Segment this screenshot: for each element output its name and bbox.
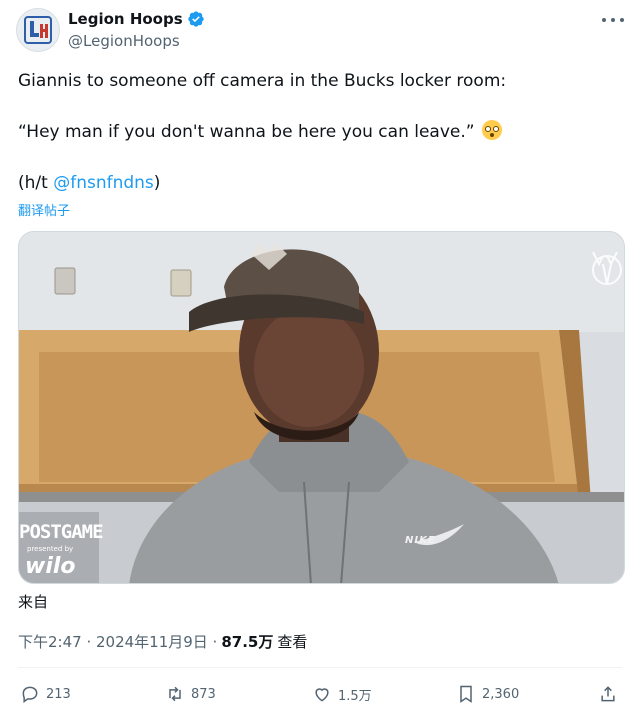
more-options-icon[interactable] (602, 10, 624, 30)
hat-tip-prefix: (h/t (18, 173, 54, 193)
share-icon (601, 686, 615, 702)
timestamp[interactable]: 下午2:47 · 2024年11月9日 · (18, 631, 217, 652)
translate-post-link[interactable]: 翻译帖子 (18, 200, 70, 219)
action-bar: 213 873 1.5万 2,360 (20, 680, 620, 708)
divider (18, 667, 622, 668)
sponsor-logo: wilo (25, 554, 76, 579)
reply-count: 213 (46, 686, 71, 702)
tweet-line-2: “Hey man if you don't wanna be here you … (18, 120, 502, 143)
verified-badge-icon (187, 11, 204, 27)
bookmark-icon (460, 685, 472, 703)
author-handle[interactable]: @LegionHoops (68, 32, 180, 50)
reply-button[interactable]: 213 (20, 680, 71, 708)
hoodie-brand: NIKE (405, 535, 436, 546)
author-name-row: Legion Hoops (68, 9, 205, 29)
repost-button[interactable]: 873 (165, 680, 216, 708)
heart-icon (315, 688, 329, 702)
bookmark-button[interactable]: 2,360 (456, 680, 519, 708)
video-media[interactable]: POSTGAME presented by wilo NIKE (18, 231, 625, 584)
mention-link[interactable]: @fnsnfndns (53, 173, 154, 193)
repost-count: 873 (191, 686, 216, 702)
hat-tip-suffix: ) (153, 173, 161, 193)
tweet-line-1: Giannis to someone off camera in the Buc… (18, 71, 507, 91)
reply-icon (22, 686, 38, 703)
share-button[interactable] (598, 680, 624, 708)
like-count: 1.5万 (338, 688, 372, 704)
views-count: 87.5万 (221, 633, 274, 651)
author-avatar[interactable] (16, 8, 60, 52)
like-button[interactable]: 1.5万 (312, 680, 372, 708)
presented-by-label: presented by (27, 545, 74, 553)
views-label: 查看 (277, 633, 308, 651)
tweet-meta: 下午2:47 · 2024年11月9日 · 87.5万 查看 (18, 631, 307, 652)
flushed-face-emoji-icon (481, 120, 502, 140)
tweet-quote: “Hey man if you don't wanna be here you … (18, 122, 475, 142)
source-label: 来自 (18, 593, 49, 611)
legion-hoops-logo-icon (24, 16, 52, 44)
repost-icon (169, 686, 181, 702)
author-name[interactable]: Legion Hoops (68, 9, 183, 29)
tweet-line-3: (h/t @fnsnfndns) (18, 172, 160, 194)
bookmark-count: 2,360 (482, 686, 520, 702)
postgame-overlay-title: POSTGAME (19, 521, 104, 543)
